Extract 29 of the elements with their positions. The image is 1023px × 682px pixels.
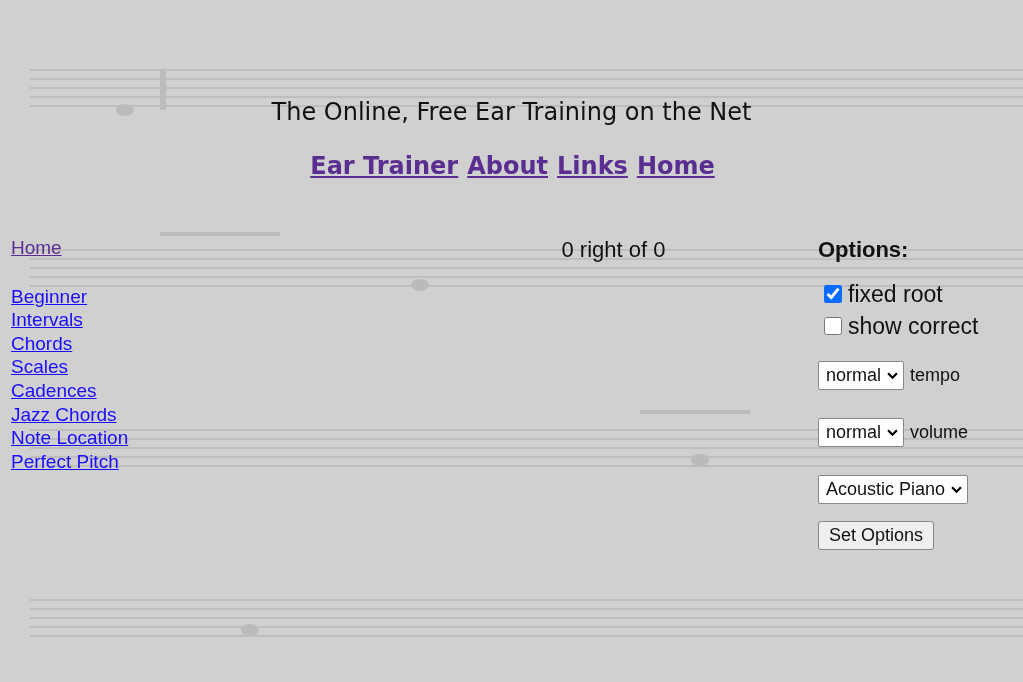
nav-link[interactable]: About (467, 151, 549, 181)
sidebar-link[interactable]: Chords (11, 331, 73, 356)
sidebar-link[interactable]: Intervals (11, 308, 83, 332)
caret-icon (887, 372, 899, 379)
sidebar-link[interactable]: Beginner (11, 284, 88, 309)
score-text: 0 right of 0 (561, 236, 666, 264)
options-heading: Options: (818, 236, 909, 264)
sidebar-link[interactable]: Perfect Pitch (11, 449, 119, 474)
nav-link[interactable]: Ear Trainer (310, 151, 459, 181)
dropdown-label: volume (910, 422, 969, 443)
sidebar-link[interactable]: Jazz Chords (11, 402, 117, 427)
dropdown[interactable]: normal (818, 418, 905, 447)
nav-link[interactable]: Links (557, 151, 628, 181)
checkbox[interactable] (824, 317, 842, 335)
dropdown[interactable]: Acoustic Piano (818, 475, 969, 504)
page-title: The Online, Free Ear Training on the Net (270, 97, 753, 128)
sidebar-link[interactable]: Cadences (11, 378, 97, 403)
nav-link[interactable]: Home (636, 151, 715, 181)
checkbox-label: fixed root (848, 280, 943, 308)
caret-icon (951, 486, 963, 493)
sidebar-link[interactable]: Scales (11, 355, 69, 379)
set-options-button[interactable]: Set Options (818, 521, 935, 550)
dropdown[interactable]: normal (818, 361, 905, 390)
checkbox[interactable] (824, 285, 842, 303)
sidebar-link[interactable]: Home (11, 236, 62, 260)
checkbox-label: show correct (848, 312, 979, 340)
dropdown-label: tempo (910, 365, 961, 386)
sidebar-link[interactable]: Note Location (11, 426, 129, 450)
caret-icon (887, 429, 899, 436)
